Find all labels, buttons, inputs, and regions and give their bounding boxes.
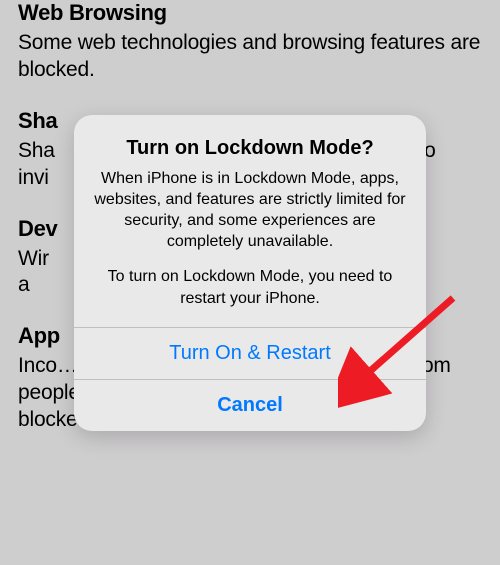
cancel-button[interactable]: Cancel [74, 379, 426, 431]
alert-body: When iPhone is in Lockdown Mode, apps, w… [92, 168, 408, 309]
lockdown-alert: Turn on Lockdown Mode? When iPhone is in… [74, 115, 426, 431]
modal-overlay: Turn on Lockdown Mode? When iPhone is in… [0, 0, 500, 565]
alert-title: Turn on Lockdown Mode? [92, 137, 408, 160]
alert-paragraph-2: To turn on Lockdown Mode, you need to re… [92, 266, 408, 308]
alert-content: Turn on Lockdown Mode? When iPhone is in… [74, 115, 426, 327]
turn-on-restart-button[interactable]: Turn On & Restart [74, 327, 426, 379]
alert-paragraph-1: When iPhone is in Lockdown Mode, apps, w… [92, 168, 408, 252]
